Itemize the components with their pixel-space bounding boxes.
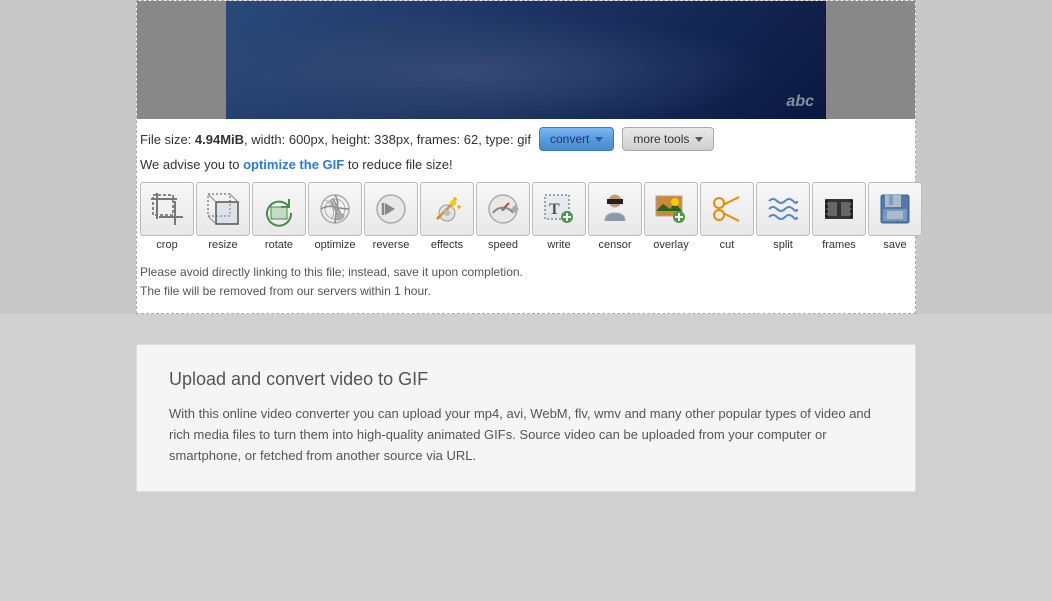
advice-suffix: to reduce file size! (344, 157, 452, 172)
reverse-icon (364, 182, 418, 236)
more-tools-label: more tools (633, 132, 689, 146)
optimize-icon (308, 182, 362, 236)
tool-frames[interactable]: frames (812, 182, 866, 251)
censor-icon (588, 182, 642, 236)
notice-line1: Please avoid directly linking to this fi… (140, 263, 912, 282)
tool-speed[interactable]: speed (476, 182, 530, 251)
censor-label: censor (598, 239, 631, 251)
effects-label: effects (431, 239, 463, 251)
tool-censor[interactable]: censor (588, 182, 642, 251)
resize-label: resize (208, 239, 237, 251)
resize-icon (196, 182, 250, 236)
crop-label: crop (156, 239, 177, 251)
tool-cut[interactable]: cut (700, 182, 754, 251)
bottom-section: Upload and convert video to GIF With thi… (0, 314, 1052, 521)
save-icon (868, 182, 922, 236)
optimize-link[interactable]: optimize the GIF (243, 157, 344, 172)
convert-arrow-icon (595, 137, 603, 142)
optimize-label: optimize (315, 239, 356, 251)
rotate-icon (252, 182, 306, 236)
tool-crop[interactable]: crop (140, 182, 194, 251)
gif-preview: abc (226, 1, 826, 119)
save-label: save (883, 239, 906, 251)
advice-prefix: We advise you to (140, 157, 243, 172)
write-icon: T (532, 182, 586, 236)
tool-effects[interactable]: effects (420, 182, 474, 251)
frames-icon (812, 182, 866, 236)
speed-label: speed (488, 239, 518, 251)
cut-label: cut (720, 239, 735, 251)
crop-icon (140, 182, 194, 236)
frames-value: 62 (464, 132, 478, 147)
write-label: write (547, 239, 570, 251)
tool-split[interactable]: split (756, 182, 810, 251)
gif-image (226, 1, 826, 119)
file-info-bar: File size: 4.94MiB, width: 600px, height… (136, 119, 916, 155)
upload-card: Upload and convert video to GIF With thi… (136, 344, 916, 491)
type-value: gif (517, 132, 531, 147)
cut-icon (700, 182, 754, 236)
split-icon (756, 182, 810, 236)
height-value: 338px (374, 132, 409, 147)
watermark: abc (786, 93, 814, 111)
reverse-label: reverse (373, 239, 410, 251)
svg-text:T: T (549, 201, 560, 218)
speed-icon (476, 182, 530, 236)
upload-description: With this online video converter you can… (169, 404, 883, 466)
tool-resize[interactable]: resize (196, 182, 250, 251)
tools-toolbar: crop resize (136, 178, 916, 255)
notice-box: Please avoid directly linking to this fi… (136, 255, 916, 313)
page-wrapper: abc File size: 4.94MiB, width: 600px, he… (0, 0, 1052, 601)
more-tools-arrow-icon (695, 137, 703, 142)
tool-overlay[interactable]: overlay (644, 182, 698, 251)
more-tools-button[interactable]: more tools (622, 127, 714, 151)
file-size-value: 4.94MiB (195, 132, 244, 147)
tool-reverse[interactable]: reverse (364, 182, 418, 251)
notice-line2: The file will be removed from our server… (140, 282, 912, 301)
file-size-info: File size: 4.94MiB, width: 600px, height… (140, 132, 531, 147)
tool-rotate[interactable]: rotate (252, 182, 306, 251)
upload-title: Upload and convert video to GIF (169, 369, 883, 390)
frames-label: frames (822, 239, 856, 251)
gif-preview-container: abc (137, 1, 915, 119)
tool-write[interactable]: T write (532, 182, 586, 251)
width-value: 600px (289, 132, 324, 147)
rotate-label: rotate (265, 239, 293, 251)
gif-editor-panel: abc File size: 4.94MiB, width: 600px, he… (136, 0, 916, 314)
convert-label: convert (550, 132, 589, 146)
overlay-label: overlay (653, 239, 688, 251)
convert-button[interactable]: convert (539, 127, 614, 151)
tool-optimize[interactable]: optimize (308, 182, 362, 251)
effects-icon (420, 182, 474, 236)
tool-save[interactable]: save (868, 182, 922, 251)
advice-bar: We advise you to optimize the GIF to red… (136, 155, 916, 178)
split-label: split (773, 239, 793, 251)
overlay-icon (644, 182, 698, 236)
